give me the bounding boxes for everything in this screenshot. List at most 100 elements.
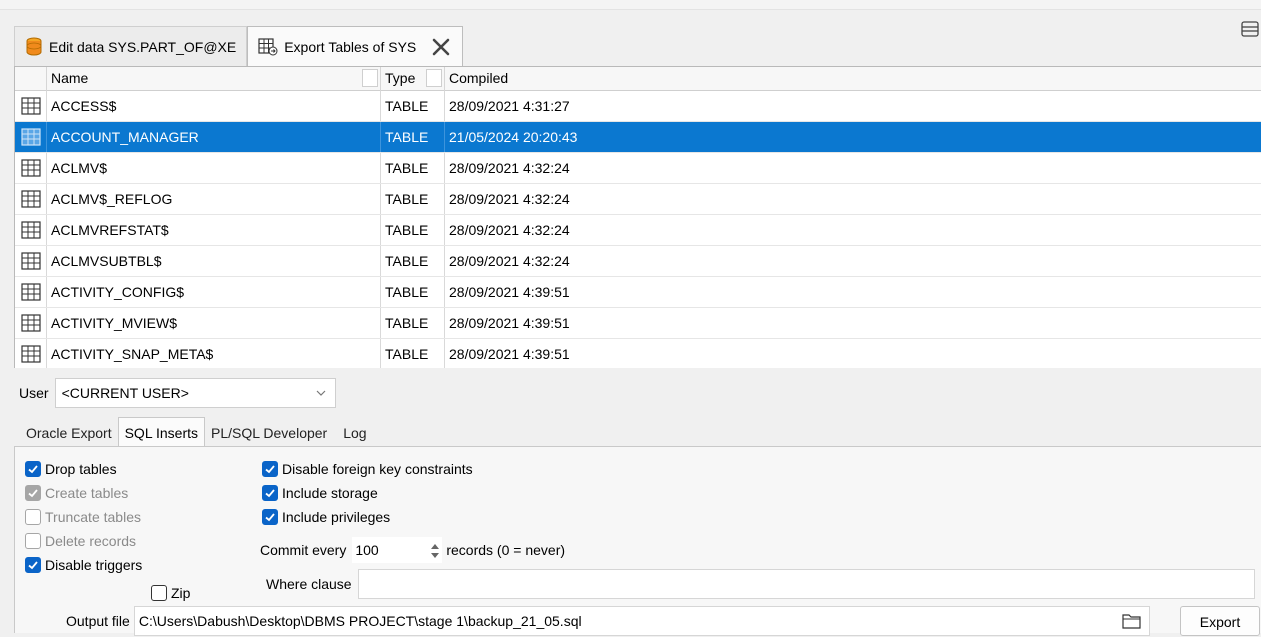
grid-header: Name Type Compiled (15, 67, 1261, 91)
table-compiled-cell: 28/09/2021 4:32:24 (449, 222, 570, 238)
checkbox-label: Disable triggers (45, 557, 143, 573)
column-header-compiled[interactable]: Compiled (445, 67, 1261, 91)
table-icon (15, 153, 47, 183)
table-type-cell: TABLE (381, 122, 445, 152)
checkbox-label: Truncate tables (45, 509, 141, 525)
checkbox-unchecked-icon (25, 509, 41, 525)
disable-triggers-checkbox[interactable]: Disable triggers (25, 554, 142, 576)
table-compiled-cell: 28/09/2021 4:32:24 (449, 191, 570, 207)
spinner-arrows-icon[interactable] (429, 540, 441, 562)
table-name-cell: ACLMV$_REFLOG (47, 184, 381, 214)
checkbox-label: Zip (171, 585, 191, 601)
tab-sql-inserts[interactable]: SQL Inserts (117, 417, 205, 447)
table-name-cell: ACTIVITY_CONFIG$ (47, 277, 381, 307)
table-name-cell: ACTIVITY_SNAP_META$ (47, 339, 381, 368)
delete-records-checkbox[interactable]: Delete records (25, 530, 136, 552)
table-name-cell: ACCESS$ (47, 91, 381, 121)
table-icon (15, 184, 47, 214)
create-tables-checkbox[interactable]: Create tables (25, 482, 128, 504)
table-row[interactable]: ACTIVITY_CONFIG$ TABLE 28/09/2021 4:39:51 (15, 277, 1261, 308)
checkbox-label: Disable foreign key constraints (282, 461, 473, 477)
table-icon (15, 308, 47, 338)
table-row[interactable]: ACLMV$_REFLOG TABLE 28/09/2021 4:32:24 (15, 184, 1261, 215)
truncate-tables-checkbox[interactable]: Truncate tables (25, 506, 141, 528)
tab-edit-data[interactable]: Edit data SYS.PART_OF@XE (14, 26, 248, 66)
where-clause-input[interactable] (357, 569, 1255, 599)
table-row[interactable]: ACTIVITY_SNAP_META$ TABLE 28/09/2021 4:39:… (15, 339, 1261, 368)
commit-value: 100 (355, 542, 379, 558)
include-privileges-checkbox[interactable]: Include privileges (262, 506, 390, 528)
table-type-cell: TABLE (381, 215, 445, 245)
commit-every-stepper[interactable]: 100 (352, 537, 443, 563)
column-header-name[interactable]: Name (47, 67, 381, 91)
tables-grid: Name Type Compiled ACCESS$ TABLE 28/09/202… (14, 66, 1261, 368)
table-name-cell: ACCOUNT_MANAGER (47, 122, 381, 152)
column-header-label: Type (385, 70, 416, 86)
checkbox-label: Include storage (282, 485, 378, 501)
user-select[interactable]: <CURRENT USER> (54, 378, 336, 408)
checkbox-checked-icon (25, 461, 41, 477)
table-icon (15, 91, 47, 121)
document-tabs: Edit data SYS.PART_OF@XE Export Tables o… (14, 26, 464, 66)
checkbox-unchecked-icon (151, 585, 167, 601)
checkbox-label: Delete records (45, 533, 137, 549)
table-compiled-cell: 28/09/2021 4:39:51 (449, 346, 570, 362)
output-file-label: Output file (66, 613, 130, 629)
table-icon (15, 339, 47, 368)
window-top-strip (0, 0, 1261, 10)
table-export-icon (258, 37, 278, 55)
chevron-down-icon (316, 390, 325, 396)
table-row[interactable]: ACLMVSUBTBL$ TABLE 28/09/2021 4:32:24 (15, 246, 1261, 277)
table-type-cell: TABLE (381, 91, 445, 121)
table-icon (15, 277, 47, 307)
tab-log[interactable]: Log (337, 419, 372, 447)
export-button[interactable]: Export (1180, 606, 1260, 636)
include-storage-checkbox[interactable]: Include storage (262, 482, 378, 504)
header-icon-column (15, 67, 47, 91)
drop-tables-checkbox[interactable]: Drop tables (25, 458, 117, 480)
checkbox-checked-icon (262, 509, 278, 525)
commit-label: Commit every (260, 542, 347, 558)
zip-checkbox[interactable]: Zip (151, 582, 190, 604)
commit-every-row: Commit every 100 records (0 = never) (260, 537, 565, 563)
where-clause-row: Where clause (266, 569, 1255, 599)
output-file-input[interactable]: C:\Users\Dabush\Desktop\DBMS PROJECT\sta… (133, 606, 1150, 636)
table-row[interactable]: ACTIVITY_MVIEW$ TABLE 28/09/2021 4:39:51 (15, 308, 1261, 339)
checkbox-checked-icon (262, 485, 278, 501)
folder-icon[interactable] (1121, 612, 1143, 630)
table-name-cell: ACLMV$ (47, 153, 381, 183)
table-row[interactable]: ACCESS$ TABLE 28/09/2021 4:31:27 (15, 91, 1261, 122)
user-row: User <CURRENT USER> (19, 378, 336, 408)
table-compiled-cell: 28/09/2021 4:32:24 (449, 253, 570, 269)
table-row[interactable]: ACLMVREFSTAT$ TABLE 28/09/2021 4:32:24 (15, 215, 1261, 246)
tab-plsql-developer[interactable]: PL/SQL Developer (205, 419, 333, 447)
filter-box[interactable] (426, 69, 442, 87)
disable-fk-checkbox[interactable]: Disable foreign key constraints (262, 458, 473, 480)
table-compiled-cell: 28/09/2021 4:39:51 (449, 315, 570, 331)
tab-export-tables[interactable]: Export Tables of SYS (247, 26, 464, 66)
user-label: User (19, 385, 49, 401)
close-icon[interactable] (430, 36, 452, 58)
table-compiled-cell: 28/09/2021 4:31:27 (449, 98, 570, 114)
table-type-cell: TABLE (381, 153, 445, 183)
table-name-cell: ACLMVSUBTBL$ (47, 246, 381, 276)
table-type-cell: TABLE (381, 339, 445, 368)
commit-suffix: records (0 = never) (446, 542, 566, 558)
tab-label: Export Tables of SYS (284, 38, 417, 55)
table-type-cell: TABLE (381, 277, 445, 307)
window-list-icon[interactable] (1239, 18, 1261, 40)
checkbox-label: Create tables (45, 485, 129, 501)
checkbox-checked-icon (262, 461, 278, 477)
column-header-label: Name (51, 70, 89, 86)
table-name-cell: ACLMVREFSTAT$ (47, 215, 381, 245)
filter-box[interactable] (362, 69, 378, 87)
table-row[interactable]: ACLMV$ TABLE 28/09/2021 4:32:24 (15, 153, 1261, 184)
table-compiled-cell: 21/05/2024 20:20:43 (449, 129, 578, 145)
table-row[interactable]: ACCOUNT_MANAGER TABLE 21/05/2024 20:20:43 (15, 122, 1261, 153)
sql-inserts-panel (14, 446, 1261, 633)
user-select-value: <CURRENT USER> (61, 385, 189, 401)
table-icon (15, 246, 47, 276)
column-header-type[interactable]: Type (381, 67, 445, 91)
tab-oracle-export[interactable]: Oracle Export (20, 419, 118, 447)
checkbox-checked-icon (25, 557, 41, 573)
